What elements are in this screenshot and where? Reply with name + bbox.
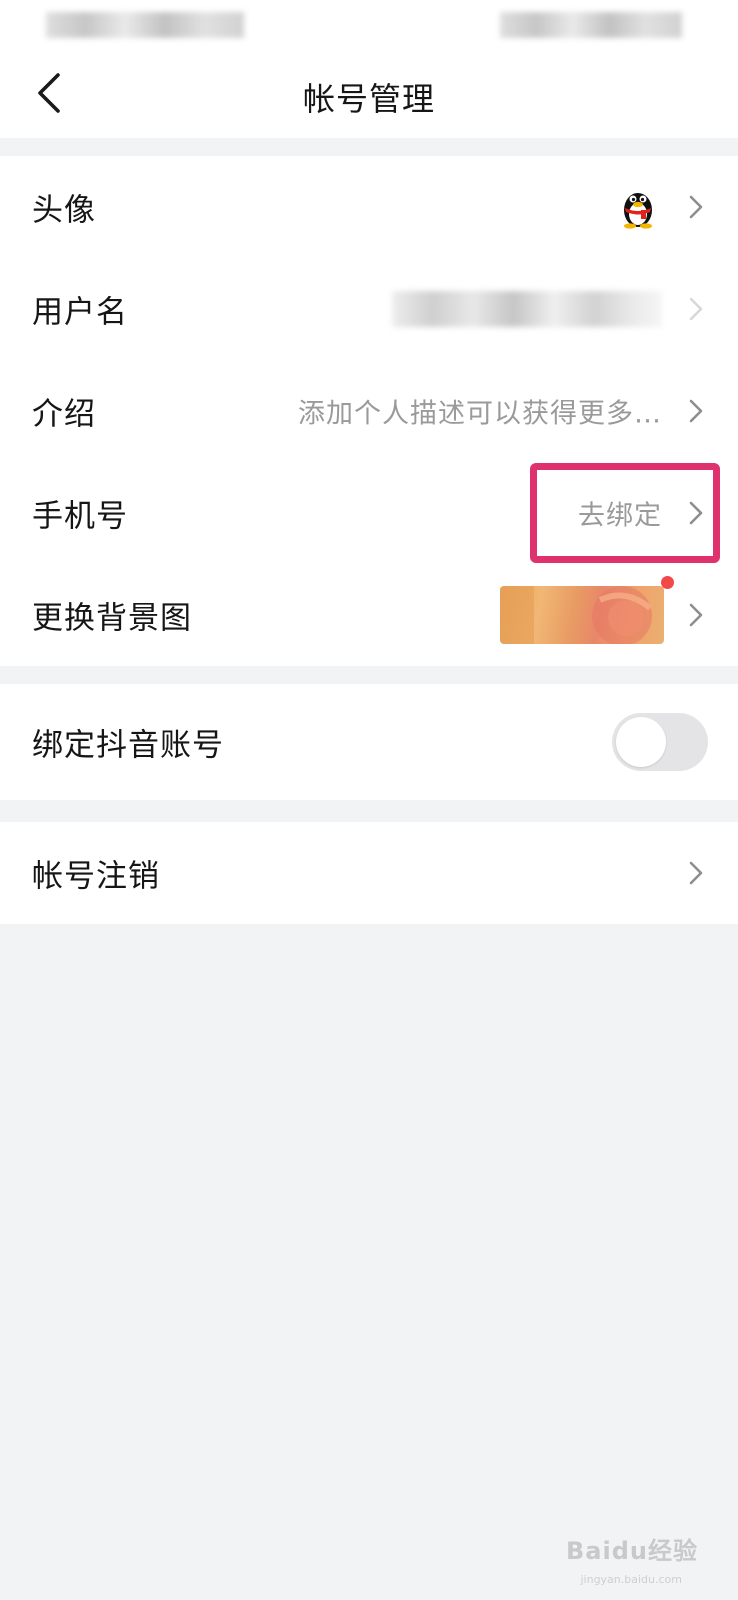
- intro-placeholder: 添加个人描述可以获得更多…: [298, 398, 662, 430]
- status-left-blurred: [46, 12, 244, 38]
- account-cancel-row[interactable]: 帐号注销: [0, 822, 738, 924]
- username-label: 用户名: [32, 294, 128, 331]
- new-indicator-dot: [661, 576, 674, 589]
- account-cancel-label: 帐号注销: [32, 858, 160, 895]
- avatar-label: 头像: [32, 192, 96, 229]
- chevron-right-icon: [689, 501, 703, 525]
- status-right-blurred: [500, 12, 682, 38]
- profile-settings-group: 头像 用户名 介绍 添加个人描述可以获得更多… 手机号 去绑定 更换背景图: [0, 156, 738, 666]
- background-thumbnail: [500, 586, 664, 644]
- phone-bind-action[interactable]: 去绑定: [578, 494, 662, 533]
- chevron-right-icon: [689, 861, 703, 885]
- chevron-right-icon: [689, 399, 703, 423]
- chevron-right-icon: [689, 195, 703, 219]
- phone-label: 手机号: [32, 498, 128, 535]
- bind-douyin-row: 绑定抖音账号: [0, 684, 738, 800]
- chevron-right-icon: [689, 603, 703, 627]
- intro-label: 介绍: [32, 396, 96, 433]
- username-value-blurred: [392, 291, 662, 327]
- baidu-watermark-url: jingyan.baidu.com: [580, 1573, 682, 1586]
- chevron-right-icon: [689, 297, 703, 321]
- username-row[interactable]: 用户名: [0, 258, 738, 360]
- background-label: 更换背景图: [32, 600, 192, 637]
- phone-row[interactable]: 手机号 去绑定: [0, 462, 738, 564]
- page-title: 帐号管理: [302, 80, 435, 118]
- qq-penguin-avatar-icon: [624, 193, 652, 229]
- background-row[interactable]: 更换背景图: [0, 564, 738, 666]
- baidu-watermark: Baidu经验: [566, 1537, 698, 1565]
- background-thumbnail-art: [500, 586, 652, 644]
- avatar-row[interactable]: 头像: [0, 156, 738, 258]
- bind-douyin-label: 绑定抖音账号: [32, 727, 224, 764]
- status-bar: [0, 0, 738, 50]
- bind-douyin-group: 绑定抖音账号: [0, 684, 738, 800]
- intro-row[interactable]: 介绍 添加个人描述可以获得更多…: [0, 360, 738, 462]
- account-cancel-group: 帐号注销: [0, 822, 738, 924]
- bind-douyin-toggle[interactable]: [612, 713, 708, 771]
- toggle-knob: [616, 717, 666, 767]
- nav-bar: 帐号管理: [0, 50, 738, 138]
